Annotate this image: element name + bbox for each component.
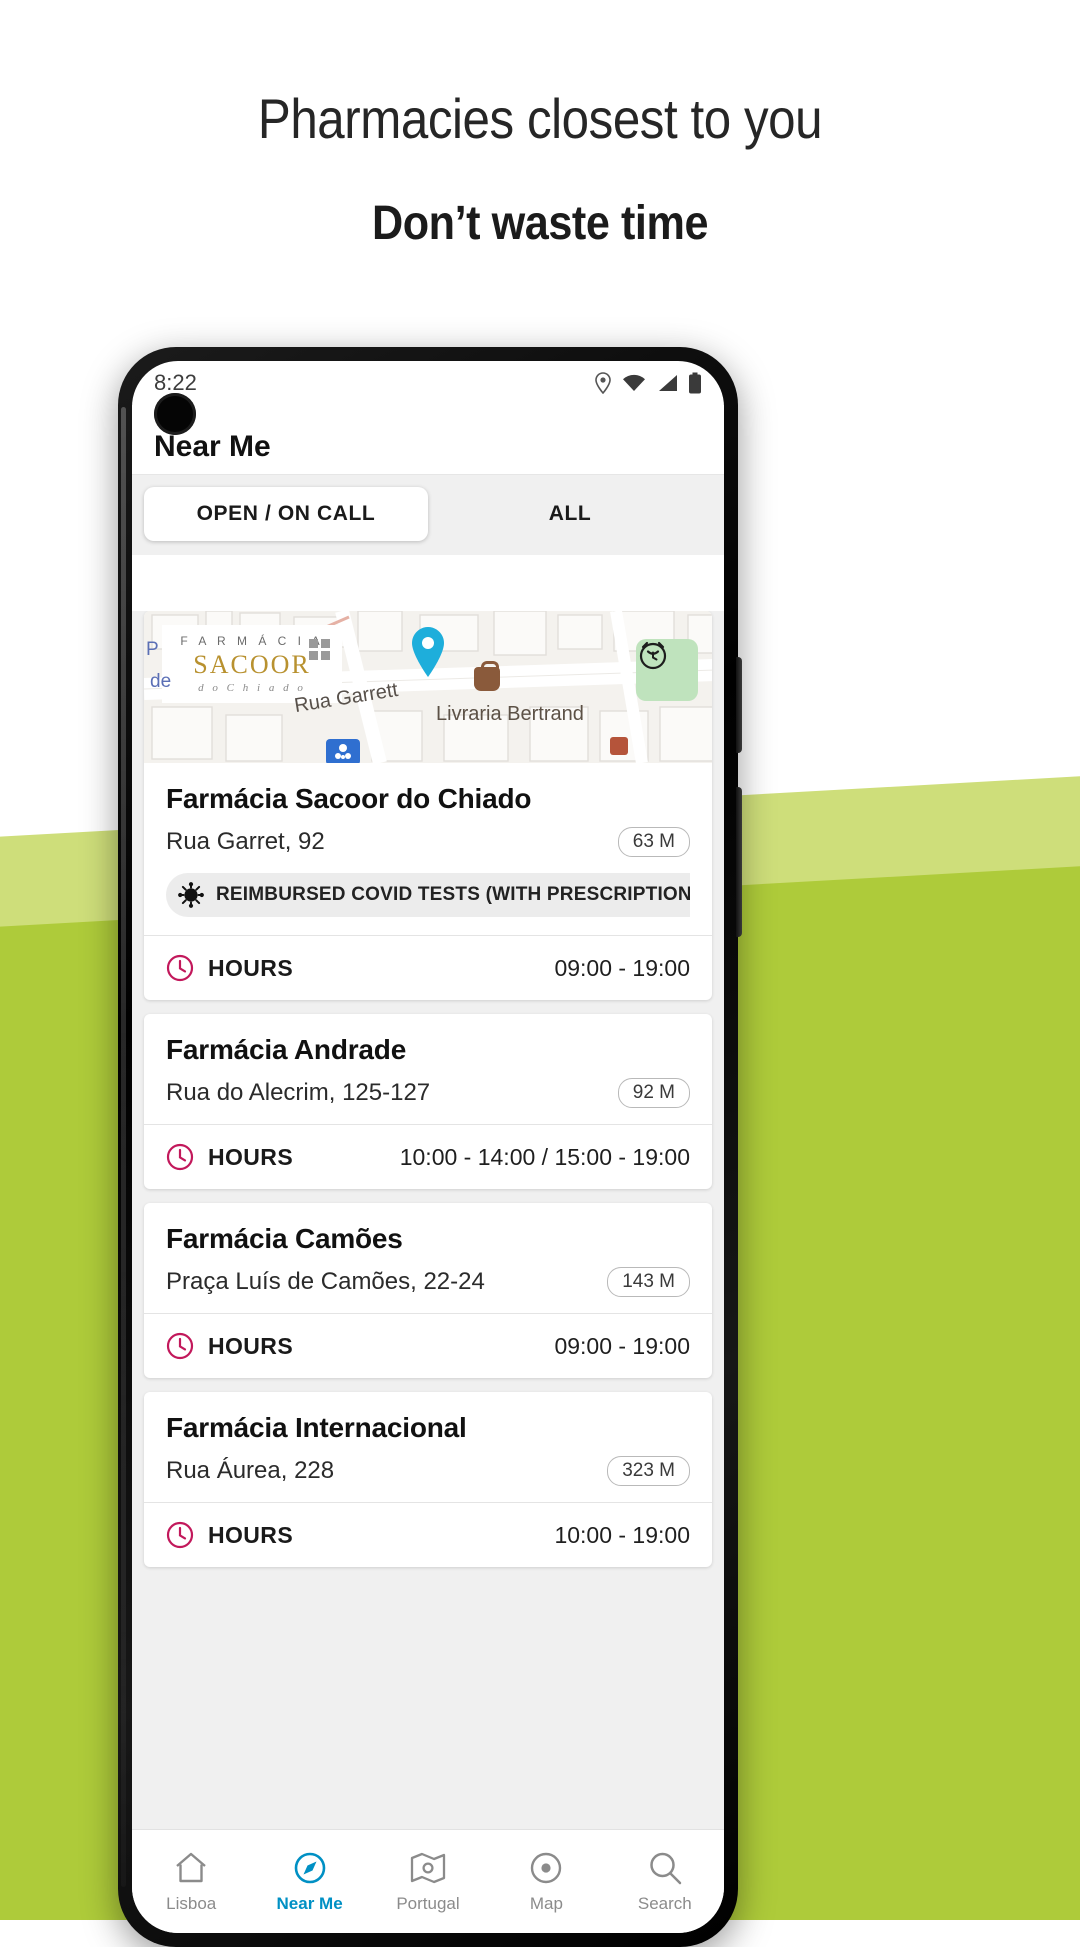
logo-brand-text: SACOOR: [193, 650, 310, 680]
nav-label: Portugal: [396, 1894, 459, 1914]
app-header: Near Me: [132, 405, 724, 475]
map-thumbnail[interactable]: F A R M Á C I A SACOOR d o C h i a d o P…: [144, 611, 712, 763]
phone-frame: 8:22 Near Me: [118, 347, 738, 1947]
map-location-pin-icon[interactable]: [408, 625, 448, 679]
clock-icon: [166, 1332, 194, 1360]
pharmacy-name: Farmácia Internacional: [166, 1412, 690, 1444]
pharmacy-info: Farmácia Sacoor do Chiado Rua Garret, 92…: [144, 763, 712, 935]
nav-item-map[interactable]: Map: [487, 1830, 605, 1933]
nav-item-portugal[interactable]: Portugal: [369, 1830, 487, 1933]
pharmacy-address-row: Rua Garret, 92 63 M: [166, 827, 690, 873]
pharmacy-address-row: Praça Luís de Camões, 22-24 143 M: [166, 1267, 690, 1313]
restaurant-poi-icon: [610, 737, 628, 755]
call-pharmacy-button[interactable]: [636, 639, 698, 701]
pharmacy-address: Rua Garret, 92: [166, 828, 325, 856]
map-fold-icon: [409, 1849, 447, 1887]
hours-value: 09:00 - 19:00: [554, 1333, 690, 1360]
map-label-poi: Livraria Bertrand: [436, 703, 584, 726]
segmented-control: OPEN / ON CALL ALL: [132, 475, 724, 555]
location-pin-icon: [594, 372, 612, 394]
distance-badge: 63 M: [618, 827, 690, 857]
search-icon: [646, 1849, 684, 1887]
logo-top-text: F A R M Á C I A: [180, 634, 323, 648]
pharmacy-address-row: Rua do Alecrim, 125-127 92 M: [166, 1078, 690, 1124]
pharmacy-address: Praça Luís de Camões, 22-24: [166, 1268, 485, 1296]
battery-icon: [688, 372, 702, 394]
logo-grid-icon: [309, 639, 330, 660]
pharmacy-name: Farmácia Camões: [166, 1223, 690, 1255]
shop-poi-icon: [474, 667, 500, 691]
clock-icon: [166, 1521, 194, 1549]
hours-value: 09:00 - 19:00: [554, 955, 690, 982]
pharmacy-name: Farmácia Sacoor do Chiado: [166, 783, 690, 815]
tag-covid-tests[interactable]: REIMBURSED COVID TESTS (WITH PRESCRIPTIO…: [166, 873, 690, 917]
tab-all[interactable]: ALL: [428, 487, 712, 541]
clock-icon: [166, 1143, 194, 1171]
status-bar: 8:22: [132, 361, 724, 405]
page-title: Near Me: [154, 430, 271, 464]
nav-label: Map: [530, 1894, 563, 1914]
logo-bottom-text: d o C h i a d o: [198, 682, 306, 694]
status-icons: [594, 372, 702, 394]
transit-poi-icon: [326, 739, 360, 763]
pharmacy-card[interactable]: Farmácia Camões Praça Luís de Camões, 22…: [144, 1203, 712, 1378]
pharmacy-address: Rua Áurea, 228: [166, 1457, 334, 1485]
nav-item-near-me[interactable]: Near Me: [250, 1830, 368, 1933]
hours-label: HOURS: [208, 1522, 293, 1549]
distance-badge: 143 M: [607, 1267, 690, 1297]
volume-button[interactable]: [736, 657, 742, 753]
hours-value: 10:00 - 19:00: [554, 1522, 690, 1549]
pharmacy-list[interactable]: F A R M Á C I A SACOOR d o C h i a d o P…: [132, 611, 724, 1829]
pharmacy-card[interactable]: F A R M Á C I A SACOOR d o C h i a d o P…: [144, 611, 712, 1000]
map-label-left-bot: de: [150, 671, 171, 693]
pin-icon: [527, 1849, 565, 1887]
promo-headline: Pharmacies closest to you: [65, 86, 1015, 151]
hours-label: HOURS: [208, 1144, 293, 1171]
bottom-navigation: Lisboa Near Me Portugal: [132, 1829, 724, 1933]
nav-item-lisboa[interactable]: Lisboa: [132, 1830, 250, 1933]
virus-icon: [178, 882, 204, 908]
home-icon: [172, 1849, 210, 1887]
phone-clock-icon: [636, 639, 670, 673]
hours-label: HOURS: [208, 955, 293, 982]
phone-screen: 8:22 Near Me: [132, 361, 724, 1933]
signal-icon: [656, 373, 678, 393]
distance-badge: 92 M: [618, 1078, 690, 1108]
hours-row: HOURS 09:00 - 19:00: [144, 935, 712, 1000]
pharmacy-info: Farmácia Camões Praça Luís de Camões, 22…: [144, 1203, 712, 1313]
pharmacy-card[interactable]: Farmácia Andrade Rua do Alecrim, 125-127…: [144, 1014, 712, 1189]
nav-label: Near Me: [277, 1894, 343, 1914]
hours-value: 10:00 - 14:00 / 15:00 - 19:00: [400, 1144, 690, 1171]
pharmacy-tags[interactable]: REIMBURSED COVID TESTS (WITH PRESCRIPTIO…: [166, 873, 690, 935]
hours-row: HOURS 09:00 - 19:00: [144, 1313, 712, 1378]
hours-row: HOURS 10:00 - 14:00 / 15:00 - 19:00: [144, 1124, 712, 1189]
distance-badge: 323 M: [607, 1456, 690, 1486]
hours-label: HOURS: [208, 1333, 293, 1360]
tag-label: REIMBURSED COVID TESTS (WITH PRESCRIPTIO…: [216, 884, 690, 906]
pharmacy-info: Farmácia Internacional Rua Áurea, 228 32…: [144, 1392, 712, 1502]
wifi-icon: [622, 373, 646, 393]
compass-icon: [291, 1849, 329, 1887]
nav-item-search[interactable]: Search: [606, 1830, 724, 1933]
hours-row: HOURS 10:00 - 19:00: [144, 1502, 712, 1567]
pharmacy-address-row: Rua Áurea, 228 323 M: [166, 1456, 690, 1502]
camera-cutout-icon: [154, 393, 196, 435]
nav-label: Lisboa: [166, 1894, 216, 1914]
map-label-left-top: P: [146, 639, 159, 661]
tab-open-on-call[interactable]: OPEN / ON CALL: [144, 487, 428, 541]
pharmacy-address: Rua do Alecrim, 125-127: [166, 1079, 430, 1107]
pharmacy-card[interactable]: Farmácia Internacional Rua Áurea, 228 32…: [144, 1392, 712, 1567]
pharmacy-name: Farmácia Andrade: [166, 1034, 690, 1066]
pharmacy-info: Farmácia Andrade Rua do Alecrim, 125-127…: [144, 1014, 712, 1124]
clock-icon: [166, 954, 194, 982]
power-button[interactable]: [736, 787, 742, 937]
promo-subheadline: Don’t waste time: [54, 196, 1026, 251]
nav-label: Search: [638, 1894, 692, 1914]
